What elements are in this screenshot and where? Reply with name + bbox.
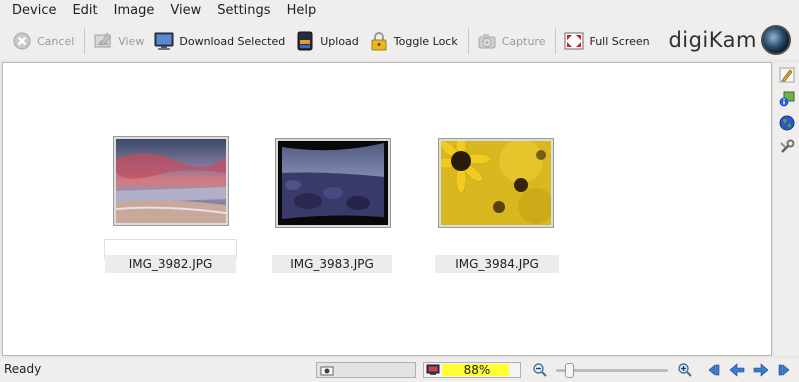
status-text: Ready [4,362,42,376]
upload-card-icon [295,31,315,51]
sidebar-tab-tools[interactable] [778,138,796,158]
menu-edit[interactable]: Edit [64,0,105,22]
toggle-lock-label: Toggle Lock [393,34,458,48]
toggle-lock-button[interactable]: Toggle Lock [365,26,464,56]
edit-pencil-icon [779,67,795,86]
tools-icon [779,139,795,158]
first-item-icon[interactable] [705,362,721,378]
zoom-slider-handle[interactable] [565,363,574,378]
menu-device[interactable]: Device [4,0,64,22]
full-screen-label: Full Screen [589,34,650,48]
thumbnail-filename: IMG_3984.JPG [435,255,559,273]
menu-view[interactable]: View [162,0,209,22]
thumbnail-filename: IMG_3982.JPG [105,255,236,273]
menu-settings-label: Settings [217,3,271,18]
fullscreen-icon [564,31,584,51]
view-label: View [118,34,145,48]
capture-button[interactable]: Capture [473,26,552,56]
globe-icon [779,115,795,134]
camera-status-indicator [316,362,416,378]
zoom-in-icon[interactable] [677,362,693,378]
sidebar-tab-info[interactable] [778,90,796,110]
thumbnail-item[interactable] [438,138,554,228]
cancel-button[interactable]: Cancel [8,26,80,56]
download-selected-label: Download Selected [179,34,286,48]
full-screen-button[interactable]: Full Screen [560,26,655,56]
menu-image[interactable]: Image [106,0,163,22]
brand-name: digiKam [668,28,757,52]
camera-icon [320,366,334,376]
brand-logo: digiKam [668,25,791,55]
right-sidebar [774,62,799,356]
capture-label: Capture [501,34,546,48]
sunset-beach-photo-icon [116,139,226,223]
download-progress-bar: 88% [423,362,521,378]
cancel-icon [12,31,32,51]
camera-capture-icon [477,31,497,51]
upload-label: Upload [320,34,359,48]
main-toolbar: Cancel View Download Selected Upload Tog… [0,22,799,60]
download-selected-button[interactable]: Download Selected [150,26,291,56]
menu-bar: Device Edit Image View Settings Help [0,0,799,22]
sidebar-tab-edit[interactable] [778,66,796,86]
monitor-download-icon [154,31,174,51]
progress-percent: 88% [463,363,491,377]
previous-item-icon[interactable] [729,362,745,378]
menu-help-label: Help [286,3,317,18]
thumbnail-item[interactable] [275,138,391,228]
sunflowers-photo-icon [441,141,551,225]
menu-device-label: Device [12,3,57,18]
toolbar-separator [467,28,469,54]
menu-help[interactable]: Help [279,0,325,22]
menu-settings[interactable]: Settings [209,0,278,22]
lens-logo-icon [761,25,791,55]
menu-edit-label: Edit [72,3,98,18]
next-item-icon[interactable] [753,362,769,378]
sidebar-tab-geolocation[interactable] [778,114,796,134]
upload-button[interactable]: Upload [291,26,365,56]
cancel-label: Cancel [37,34,75,48]
toolbar-separator [84,28,86,54]
thumbnail-item[interactable] [113,136,229,226]
menu-image-label: Image [113,3,155,18]
view-button[interactable]: View [89,26,150,56]
view-image-icon [93,31,113,51]
menu-view-label: View [170,3,202,18]
toolbar-separator [555,28,557,54]
image-info-icon [779,91,795,110]
status-bar: Ready 88% [0,358,799,382]
thumbnail-filename: IMG_3983.JPG [272,255,392,273]
zoom-out-icon[interactable] [532,362,548,378]
monitor-icon [426,364,440,375]
last-item-icon[interactable] [777,362,793,378]
padlock-icon [369,31,389,51]
rocky-shore-photo-icon [278,141,388,225]
camera-thumbnail-view[interactable]: IMG_3982.JPG IMG_3983.JPG IMG_3984.JPG [2,62,772,356]
